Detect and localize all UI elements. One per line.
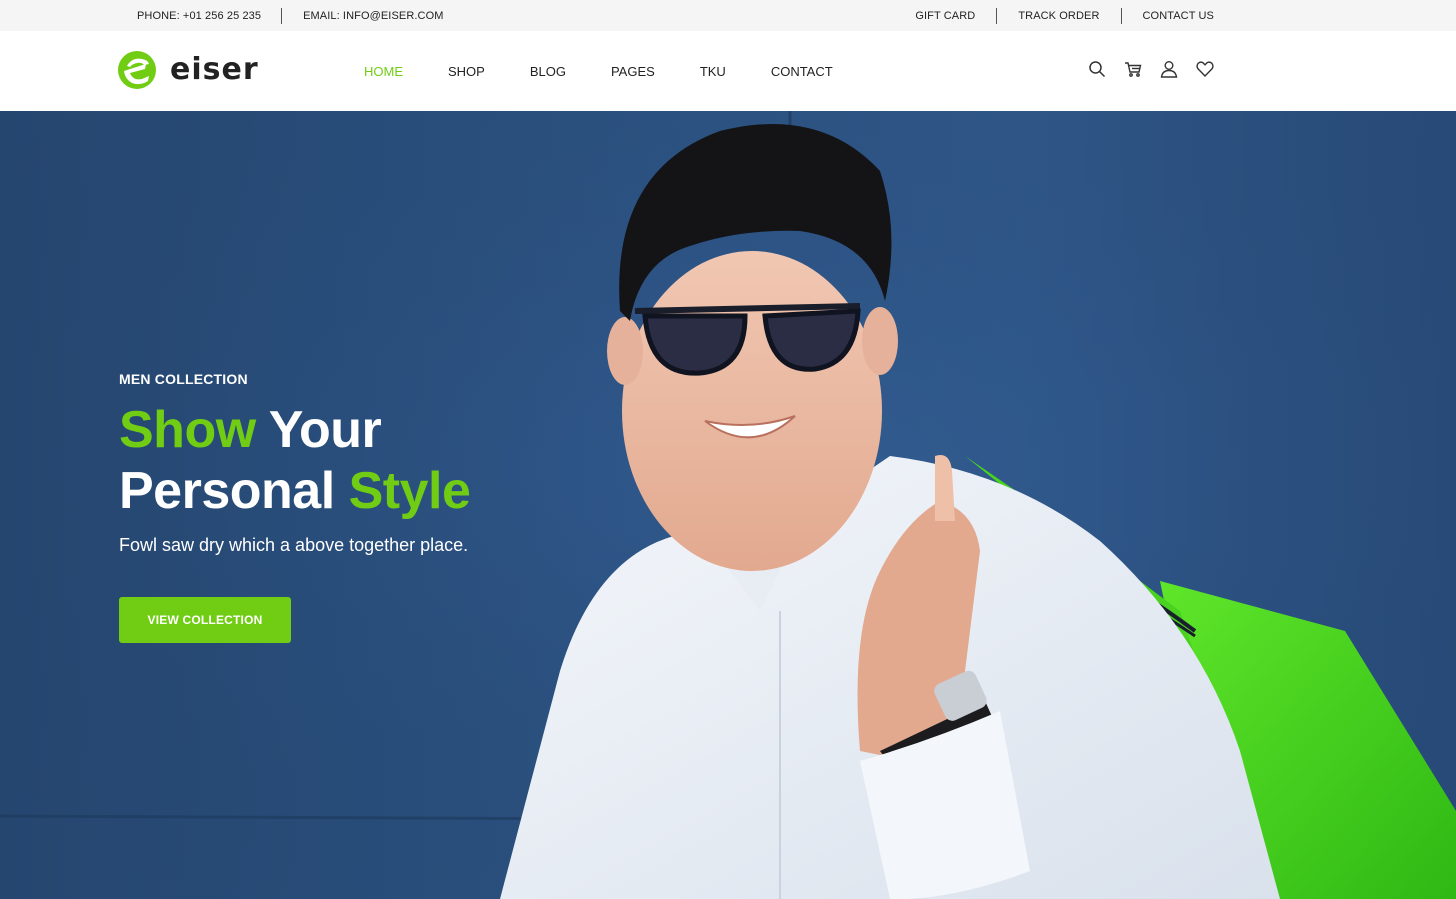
hero-title: Show Your Personal Style <box>119 400 471 522</box>
email-address: EMAIL: INFO@EISER.COM <box>303 9 444 22</box>
hero-title-text: Personal <box>119 462 335 520</box>
search-icon[interactable] <box>1087 59 1107 79</box>
divider <box>281 7 283 24</box>
contact-us-link[interactable]: CONTACT US <box>1143 10 1215 22</box>
heart-icon[interactable] <box>1195 59 1215 79</box>
nav-contact[interactable]: CONTACT <box>771 64 833 79</box>
brand-logo[interactable]: eiser <box>118 50 259 90</box>
nav-blog[interactable]: BLOG <box>530 64 566 79</box>
main-header: eiser HOME SHOP BLOG PAGES TKU CONTACT <box>0 31 1456 111</box>
nav-tku[interactable]: TKU <box>700 64 726 79</box>
header-actions <box>1071 59 1215 79</box>
hero-banner: MEN COLLECTION Show Your Personal Style … <box>0 111 1456 899</box>
hero-content: MEN COLLECTION Show Your Personal Style … <box>119 371 471 643</box>
hero-title-highlight: Show <box>119 401 256 459</box>
hero-title-highlight: Style <box>348 462 471 520</box>
view-collection-button[interactable]: VIEW COLLECTION <box>119 597 291 643</box>
gift-card-link[interactable]: GIFT CARD <box>915 10 975 22</box>
user-icon[interactable] <box>1159 59 1179 79</box>
top-links: GIFT CARD TRACK ORDER CONTACT US <box>915 0 1214 31</box>
top-bar: PHONE: +01 256 25 235 EMAIL: INFO@EISER.… <box>0 0 1456 31</box>
contact-info: PHONE: +01 256 25 235 EMAIL: INFO@EISER.… <box>137 0 444 31</box>
logo-mark-icon <box>118 51 156 89</box>
main-nav: HOME SHOP BLOG PAGES TKU CONTACT <box>364 31 878 111</box>
track-order-link[interactable]: TRACK ORDER <box>1018 10 1099 22</box>
nav-home[interactable]: HOME <box>364 64 403 79</box>
divider <box>996 7 998 24</box>
hero-eyebrow: MEN COLLECTION <box>119 371 248 387</box>
hero-title-text: Your <box>268 401 382 459</box>
hero-subtitle: Fowl saw dry which a above together plac… <box>119 535 469 555</box>
phone-number: PHONE: +01 256 25 235 <box>137 9 262 22</box>
nav-shop[interactable]: SHOP <box>448 64 485 79</box>
brand-name: eiser <box>170 52 259 87</box>
divider <box>1120 7 1122 24</box>
nav-pages[interactable]: PAGES <box>611 64 655 79</box>
cart-icon[interactable] <box>1123 59 1143 79</box>
